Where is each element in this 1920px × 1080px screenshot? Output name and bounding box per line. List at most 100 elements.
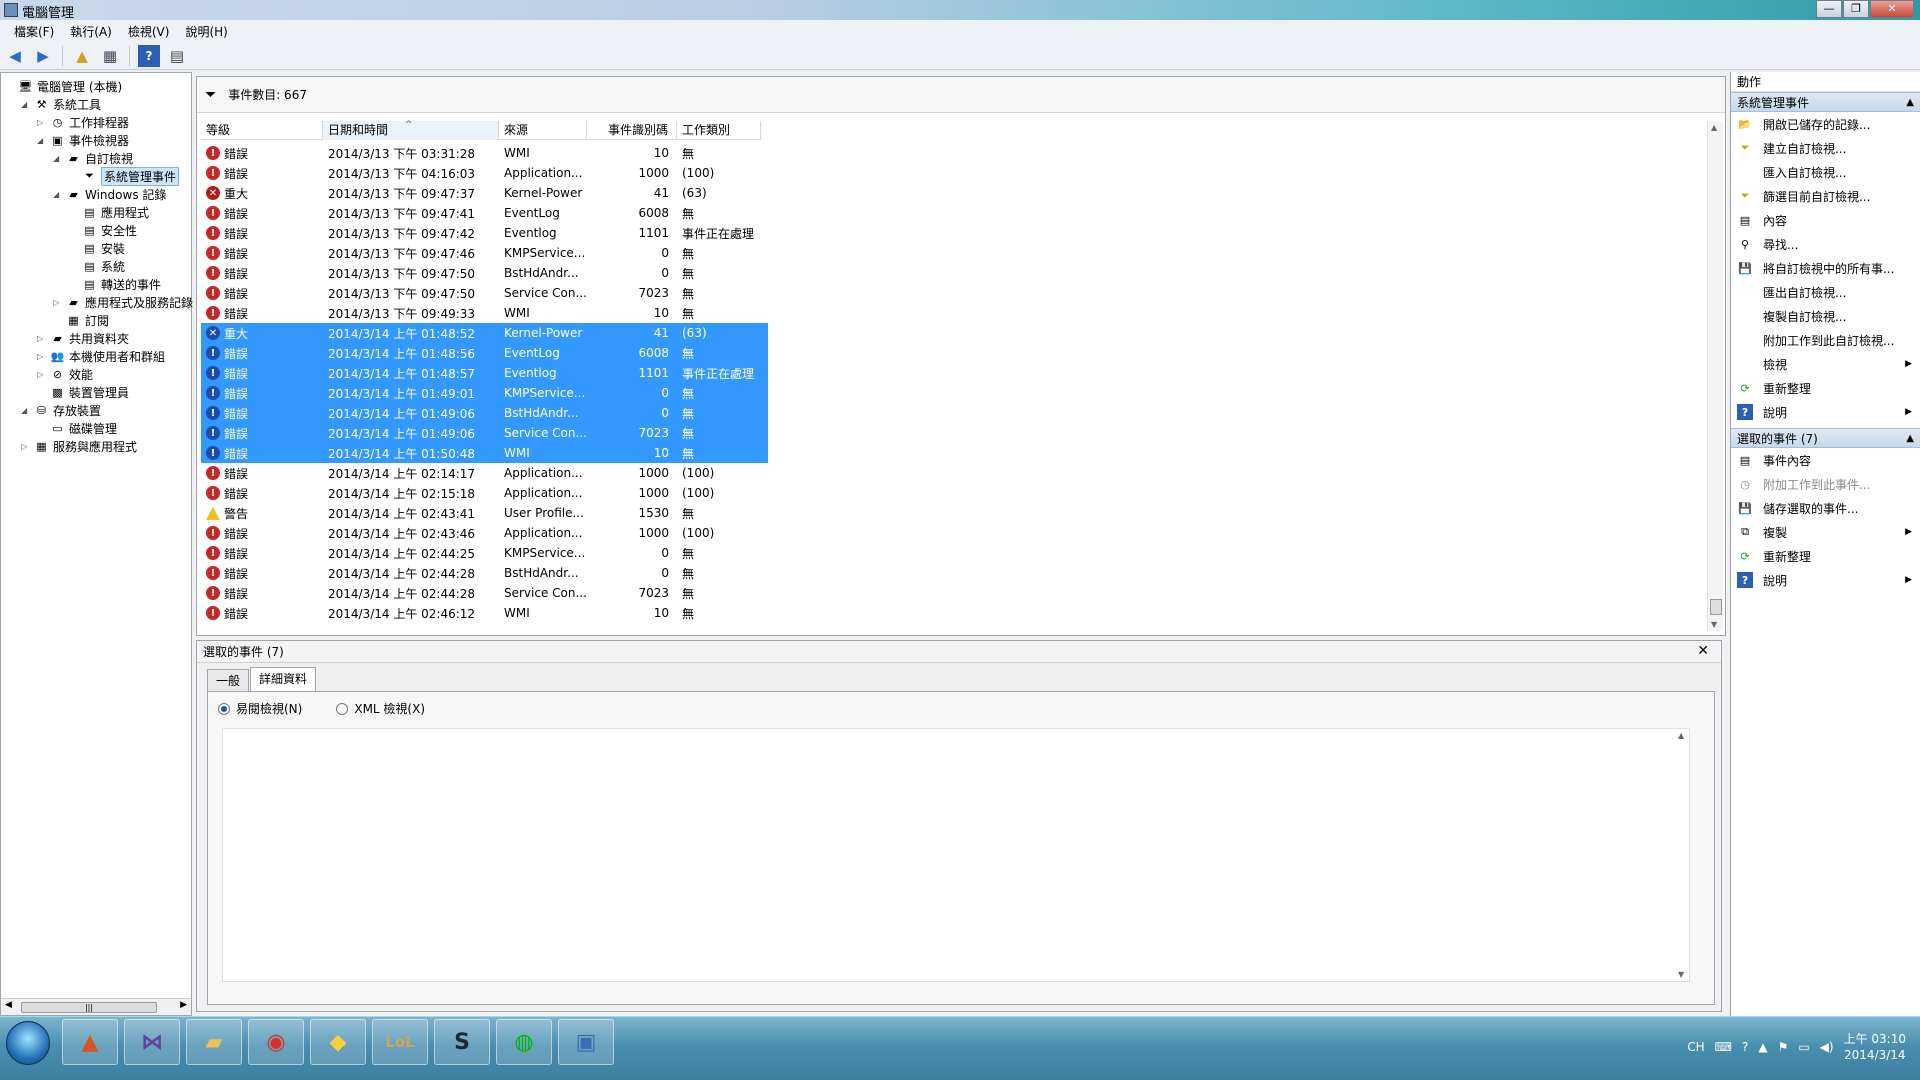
expand-toggle-icon[interactable]: ▷ [37,334,47,343]
clock[interactable]: 上午 03:10 2014/3/14 [1844,1031,1906,1063]
table-row[interactable]: ! 錯誤 2014/3/13 下午 09:47:41 EventLog 6008 無 [201,203,768,223]
xml-view-radio[interactable] [336,702,349,715]
table-row[interactable]: ! 錯誤 2014/3/14 上午 02:14:17 Application... 10… [201,463,768,483]
tree-item[interactable]: ▩ 裝置管理員 [37,383,129,401]
column-header-event-id[interactable]: 事件識別碼 [587,121,677,140]
expand-toggle-icon[interactable]: ◢ [53,190,63,199]
file-explorer-icon[interactable]: ▰ [186,1019,242,1065]
column-header-source[interactable]: 來源 [499,121,587,140]
actions-group-admin-events[interactable]: 系統管理事件 ▲ [1731,92,1920,112]
expand-toggle-icon[interactable]: ▷ [37,370,47,379]
tree-item[interactable]: ▷ 👥 本機使用者和群組 [37,347,165,365]
action-item[interactable]: ▤ 事件內容 [1731,448,1920,472]
language-indicator[interactable]: CH [1687,1040,1704,1054]
details-vertical-scrollbar[interactable]: ▲ ▼ [1675,729,1689,981]
help-icon[interactable]: ? [138,44,160,67]
table-row[interactable]: 警告 2014/3/14 上午 02:43:41 User Profile... 15… [201,503,768,523]
scrollbar-thumb[interactable]: ||| [21,1002,157,1013]
action-item[interactable]: ? 說明 ▶ [1731,400,1920,424]
maximize-button[interactable]: ❐ [1843,0,1869,18]
tree-item[interactable]: ▷ ▦ 服務與應用程式 [21,437,137,455]
table-row[interactable]: ! 錯誤 2014/3/13 下午 04:16:03 Application... 10… [201,163,768,183]
flag-icon[interactable]: ⚑ [1778,1040,1789,1054]
table-row[interactable]: ! 錯誤 2014/3/14 上午 01:49:01 KMPService... 0 無 [201,383,768,403]
action-item[interactable]: ▤ 內容 [1731,208,1920,232]
close-details-icon[interactable]: ✕ [1697,643,1709,659]
menu-help[interactable]: 說明(H) [177,23,235,40]
chrome-icon[interactable]: ◉ [248,1019,304,1065]
show-hide-action-pane-icon[interactable]: ▤ [166,45,188,67]
tab-details[interactable]: 詳細資料 [250,667,317,691]
expand-toggle-icon[interactable]: ▷ [37,352,47,361]
action-item[interactable]: 💾 儲存選取的事件... [1731,496,1920,520]
tree-item[interactable]: ▷ ▰ 應用程式及服務記錄 [53,293,193,311]
table-row[interactable]: ! 錯誤 2014/3/14 上午 02:44:25 KMPService... 0 無 [201,543,768,563]
up-folder-icon[interactable]: ▲ [71,45,93,67]
tree-item[interactable]: ▤ 轉送的事件 [69,275,161,293]
scroll-up-icon[interactable]: ▲ [1678,731,1684,740]
close-button[interactable]: ✕ [1870,0,1914,18]
network-icon[interactable]: ▭ [1798,1040,1809,1054]
friendly-view-label[interactable]: 易閱檢視(N) [236,700,302,717]
table-row[interactable]: ! 錯誤 2014/3/13 下午 09:49:33 WMI 10 無 [201,303,768,323]
column-header-level[interactable]: 等級 [201,121,323,140]
keyboard-icon[interactable]: ⌨ [1715,1040,1732,1054]
tree-item[interactable]: ◢ ▰ 自訂檢視 [53,149,133,167]
tab-general[interactable]: 一般 [207,669,250,691]
action-item[interactable]: ⟳ 重新整理 [1731,376,1920,400]
table-row[interactable]: ! 錯誤 2014/3/13 下午 09:47:46 KMPService... 0 無 [201,243,768,263]
table-row[interactable]: ! 錯誤 2014/3/14 上午 02:44:28 Service Con... 70… [201,583,768,603]
action-item[interactable]: ⏷ 篩選目前自訂檢視... [1731,184,1920,208]
tree-item[interactable]: ◢ ▣ 事件檢視器 [37,131,129,149]
menu-action[interactable]: 執行(A) [62,23,120,40]
tree-item[interactable]: ◢ ⛁ 存放裝置 [21,401,101,419]
table-row[interactable]: ! 錯誤 2014/3/14 上午 01:48:56 EventLog 6008 無 [201,343,768,363]
collapse-icon[interactable]: ▲ [1906,429,1914,449]
xml-view-label[interactable]: XML 檢視(X) [354,700,425,717]
collapse-icon[interactable]: ▲ [1906,93,1914,113]
app-icon[interactable]: ◆ [310,1019,366,1065]
help-tray-icon[interactable]: ? [1742,1040,1748,1054]
scroll-left-icon[interactable]: ◀ [5,1000,12,1010]
table-row[interactable]: ! 錯誤 2014/3/14 上午 01:48:57 Eventlog 1101 事件正在… [201,363,768,383]
action-item[interactable]: ⧉ 複製 ▶ [1731,520,1920,544]
table-row[interactable]: ! 錯誤 2014/3/13 下午 09:47:50 Service Con... 70… [201,283,768,303]
column-header-task-category[interactable]: 工作類別 [677,121,761,140]
volume-icon[interactable]: ◀) [1820,1040,1834,1054]
scroll-down-icon[interactable]: ▼ [1678,970,1684,979]
table-row[interactable]: ! 錯誤 2014/3/14 上午 01:50:48 WMI 10 無 [201,443,768,463]
expand-toggle-icon[interactable]: ◢ [53,154,63,163]
menu-file[interactable]: 檔案(F) [6,23,62,40]
expand-toggle-icon[interactable]: ◢ [21,406,31,415]
table-row[interactable]: ! 錯誤 2014/3/14 上午 02:43:46 Application... 10… [201,523,768,543]
action-item[interactable]: 📂 開啟已儲存的記錄... [1731,112,1920,136]
tree-item[interactable]: 🖥 電腦管理 (本機) [5,77,123,95]
table-row[interactable]: ! 錯誤 2014/3/13 下午 03:31:28 WMI 10 無 [201,143,768,163]
expand-toggle-icon[interactable]: ▷ [21,442,31,451]
table-row[interactable]: ! 錯誤 2014/3/14 上午 01:49:06 BstHdAndr... 0 無 [201,403,768,423]
table-row[interactable]: ! 錯誤 2014/3/14 上午 02:46:12 WMI 10 無 [201,603,768,623]
action-item[interactable]: 匯出自訂檢視... [1731,280,1920,304]
friendly-view-radio[interactable] [218,702,230,715]
column-header-datetime[interactable]: 日期和時間 ^ [323,120,499,140]
scrollbar-thumb[interactable] [1710,599,1722,615]
tree-item[interactable]: ⏷ 系統管理事件 [69,166,180,186]
steam-icon[interactable]: S [434,1019,490,1065]
action-item[interactable]: ⟳ 重新整理 [1731,544,1920,568]
scroll-down-icon[interactable]: ▼ [1711,620,1717,629]
table-row[interactable]: ! 錯誤 2014/3/13 下午 09:47:42 Eventlog 1101 事件正在… [201,223,768,243]
start-button[interactable] [6,1021,50,1065]
tree-item[interactable]: ▤ 系統 [69,257,125,275]
tree-item[interactable]: ▷ ▰ 共用資料夾 [37,329,129,347]
tree-item[interactable]: ◢ ▰ Windows 記錄 [53,185,166,203]
menu-view[interactable]: 檢視(V) [120,23,178,40]
action-item[interactable]: ⏷ 建立自訂檢視... [1731,136,1920,160]
table-row[interactable]: ✕ 重大 2014/3/13 下午 09:47:37 Kernel-Power 41 (6… [201,183,768,203]
tree-item[interactable]: ▤ 安全性 [69,221,137,239]
actions-group-selected-events[interactable]: 選取的事件 (7) ▲ [1731,428,1920,448]
table-row[interactable]: ✕ 重大 2014/3/14 上午 01:48:52 Kernel-Power 41 (6… [201,323,768,343]
action-item[interactable]: 匯入自訂檢視... [1731,160,1920,184]
action-item[interactable]: 複製自訂檢視... [1731,304,1920,328]
event-grid-vertical-scrollbar[interactable]: ▲ ▼ [1707,121,1723,631]
action-item[interactable]: ? 說明 ▶ [1731,568,1920,592]
